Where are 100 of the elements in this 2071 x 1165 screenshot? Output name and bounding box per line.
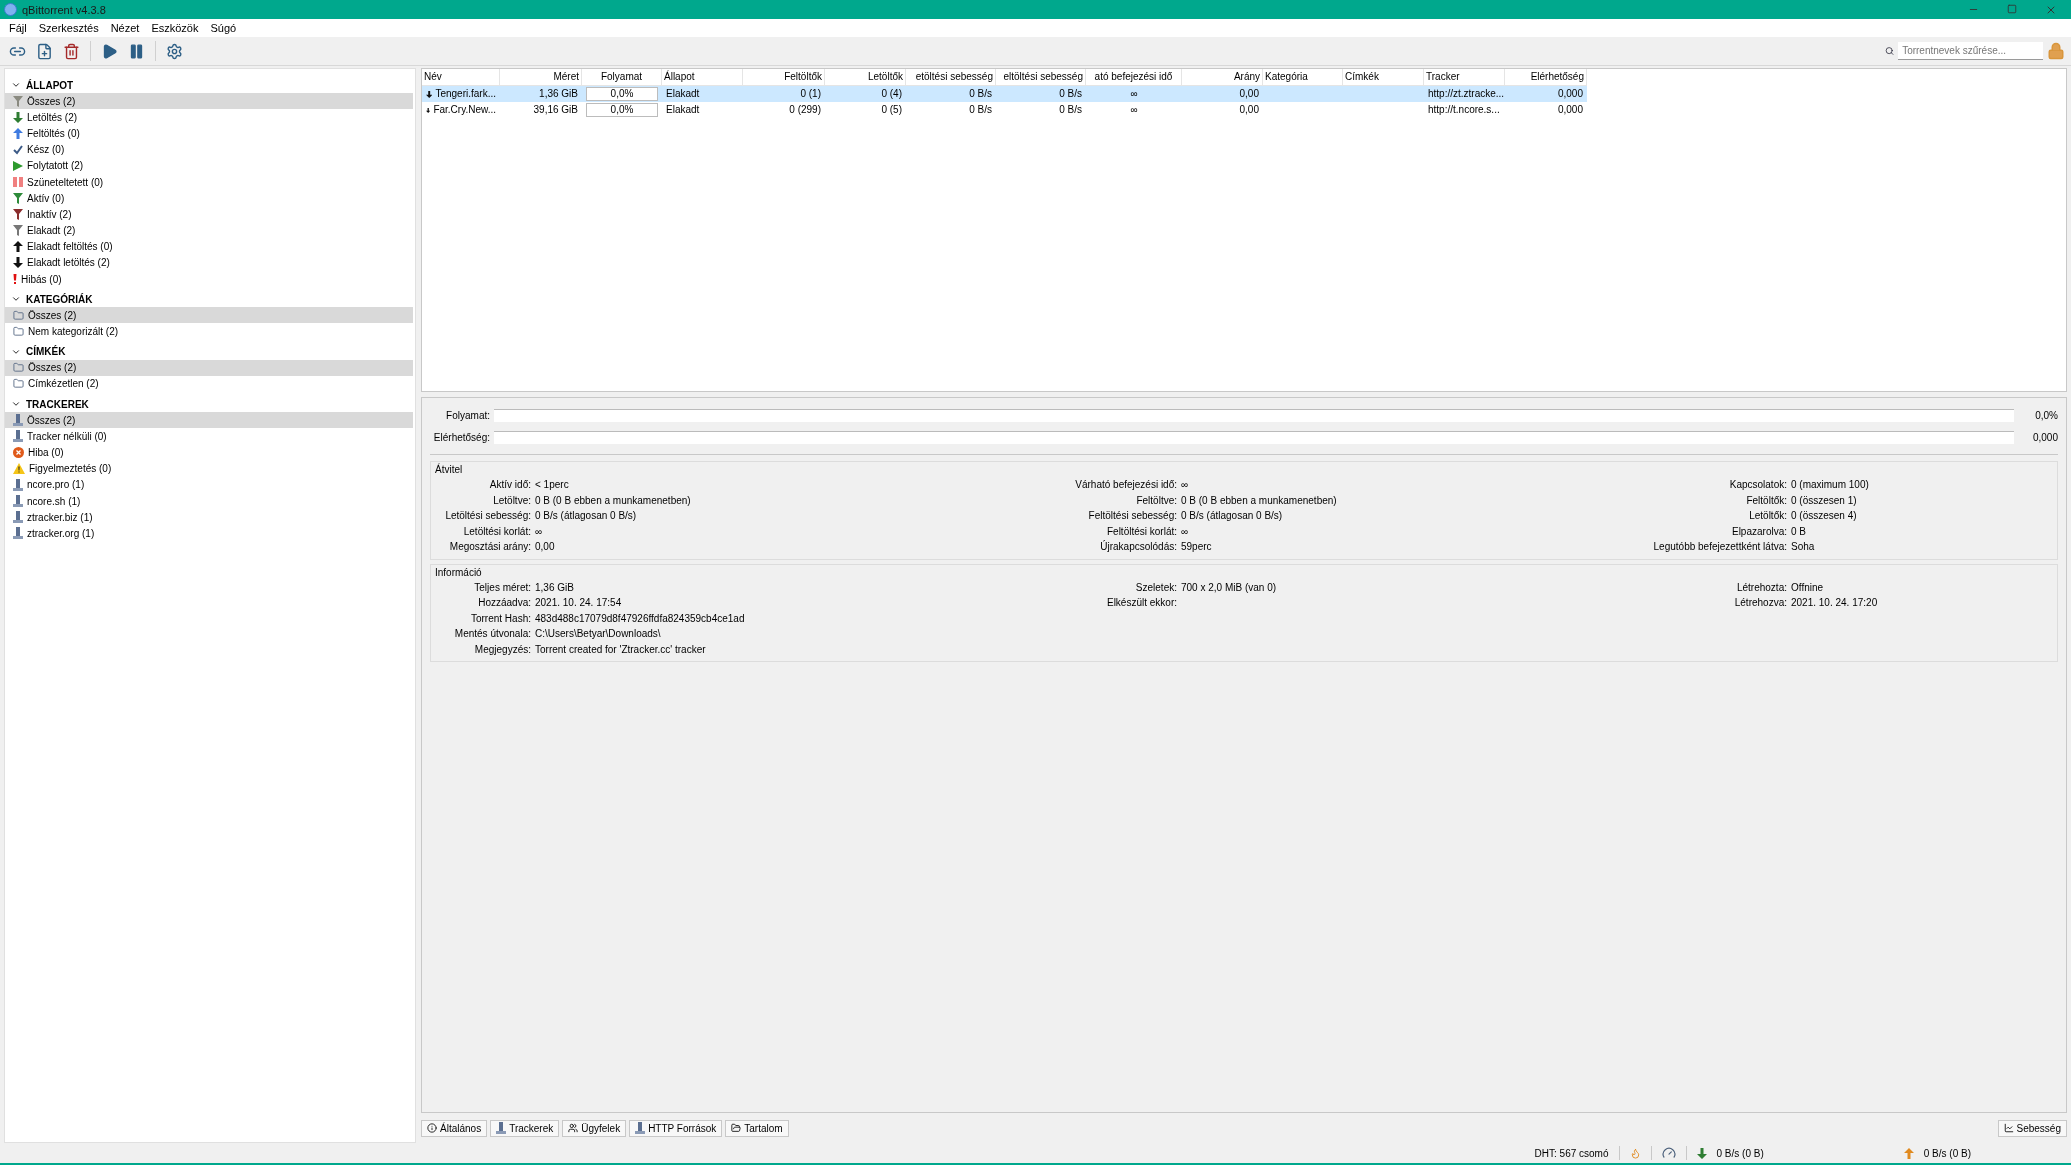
tracker-icon xyxy=(13,430,23,443)
item-label: Tracker nélküli (0) xyxy=(27,430,107,442)
item-label: Elakadt letöltés (2) xyxy=(27,257,110,269)
field-value: 2021. 10. 24. 17:54 xyxy=(535,596,623,610)
section-title: ÁLLAPOT xyxy=(26,79,74,91)
download-arrow-icon xyxy=(13,111,23,123)
restore-icon[interactable] xyxy=(2007,3,2017,14)
app-logo-icon xyxy=(4,3,17,16)
sidebar-item[interactable]: ncore.sh (1) xyxy=(5,492,413,510)
search-field[interactable]: Torrentnevek szűrése... xyxy=(1898,42,2043,60)
menu-item[interactable]: Szerkesztés xyxy=(33,22,104,34)
sidebar-item[interactable]: Elakadt (2) xyxy=(5,222,413,239)
upload-speed[interactable]: 0 B/s (0 B) xyxy=(1923,1147,1971,1159)
tab[interactable]: HTTP Források xyxy=(629,1119,723,1137)
sidebar-item[interactable]: Figyelmeztetés (0) xyxy=(5,460,413,477)
sidebar-item[interactable]: Tracker nélküli (0) xyxy=(5,428,413,445)
table-cell: Elakadt xyxy=(662,86,743,102)
error-icon xyxy=(13,446,24,458)
sidebar-item[interactable]: Szüneteltetett (0) xyxy=(5,173,413,191)
download-speed[interactable]: 0 B/s (0 B) xyxy=(1716,1147,1764,1159)
field-value: 0 (összesen 1) xyxy=(1791,493,1858,508)
field-label: Aktív idő: xyxy=(488,478,532,492)
sidebar-item[interactable]: Aktív (0) xyxy=(5,190,413,207)
field-value: 0 (maximum 100) xyxy=(1791,478,1870,492)
sidebar-item[interactable]: Összes (2) xyxy=(5,359,413,376)
speed-button[interactable]: Sebesség xyxy=(1997,1119,2067,1137)
info-icon xyxy=(427,1123,437,1133)
play-icon xyxy=(101,42,118,60)
sidebar-item[interactable]: Címkézetlen (2) xyxy=(5,375,413,392)
menu-item[interactable]: Nézet xyxy=(105,22,145,34)
sidebar-item[interactable]: Nem kategorizált (2) xyxy=(5,323,413,340)
dht-status: DHT: 567 csomó xyxy=(1534,1147,1609,1159)
sidebar-item[interactable]: ncore.pro (1) xyxy=(5,476,413,493)
sidebar-item[interactable]: Elakadt letöltés (2) xyxy=(5,254,413,272)
field-value: 0 B (0 B ebben a munkamenetben) xyxy=(535,493,692,508)
sidebar-item[interactable]: Feltöltés (0) xyxy=(5,125,413,142)
item-label: Összes (2) xyxy=(27,95,76,107)
folder-icon xyxy=(13,362,24,374)
field-label: Feltöltési sebesség: xyxy=(1087,509,1178,523)
warning-icon xyxy=(13,463,25,475)
progress-bar: 0,0% xyxy=(586,103,658,117)
field-label: Torrent Hash: xyxy=(469,611,532,626)
upload-arrow-icon xyxy=(13,241,23,253)
sidebar-item[interactable]: Összes (2) xyxy=(5,93,413,110)
sidebar-item[interactable]: Összes (2) xyxy=(5,307,413,324)
tracker-icon xyxy=(13,527,23,540)
tracker-icon xyxy=(13,495,23,508)
field-value: Torrent created for 'Ztracker.cc' tracker xyxy=(535,642,707,657)
chevron-icon[interactable] xyxy=(11,399,21,409)
item-label: Letöltés (2) xyxy=(27,111,78,123)
field-value: 0 B/s (átlagosan 0 B/s) xyxy=(535,509,638,523)
field-label: Újrakapcsolódás: xyxy=(1099,539,1178,554)
tracker-icon xyxy=(13,478,23,491)
field-value: 0,00 xyxy=(535,540,556,554)
table-cell: 0,000 xyxy=(1505,86,1587,102)
folder-icon xyxy=(13,309,24,321)
menu-item[interactable]: Fájl xyxy=(4,22,32,34)
progress-bar: 0,0% xyxy=(586,87,658,101)
field-value: Soha xyxy=(1791,540,1816,554)
sidebar-item[interactable]: Kész (0) xyxy=(5,141,413,158)
tab[interactable]: Tartalom xyxy=(725,1119,789,1137)
menu-item[interactable]: Súgó xyxy=(205,22,242,34)
table-cell: 0 B/s xyxy=(996,86,1086,102)
field-label: Létrehozva: xyxy=(1733,596,1788,610)
tab[interactable]: Általános xyxy=(421,1119,488,1137)
table-cell: ∞ xyxy=(1086,86,1182,102)
upload-arrow-icon xyxy=(13,127,23,139)
gauge-icon[interactable] xyxy=(1661,1146,1676,1160)
sidebar-item[interactable]: Folytatott (2) xyxy=(5,157,413,174)
sidebar-item[interactable]: Letöltés (2) xyxy=(5,109,413,126)
filter-icon xyxy=(13,225,23,237)
folder-icon xyxy=(13,326,24,338)
users-icon xyxy=(568,1123,579,1133)
group-title: Információ xyxy=(435,566,483,578)
search-icon xyxy=(1885,46,1895,56)
chevron-icon[interactable] xyxy=(11,80,21,90)
sidebar-item[interactable]: ztracker.org (1) xyxy=(5,525,413,542)
sidebar-item[interactable]: Összes (2) xyxy=(5,412,413,429)
field-label: Letöltési sebesség: xyxy=(444,509,532,523)
sidebar-item[interactable]: Elakadt feltöltés (0) xyxy=(5,238,413,255)
bar-label: Folyamat: xyxy=(445,409,490,421)
field-value: 2021. 10. 24. 17:20 xyxy=(1791,596,1879,610)
section-title: CÍMKÉK xyxy=(26,346,66,358)
file-plus-icon xyxy=(36,42,53,60)
item-label: ztracker.org (1) xyxy=(27,527,95,539)
tab[interactable]: Trackerek xyxy=(490,1119,560,1137)
field-label: Várható befejezési idő: xyxy=(1074,478,1178,492)
item-label: ncore.sh (1) xyxy=(27,495,81,507)
sidebar-item[interactable]: Hibás (0) xyxy=(5,271,413,288)
sidebar-item[interactable]: ztracker.biz (1) xyxy=(5,509,413,526)
field-label: Létrehozta: xyxy=(1735,580,1788,595)
tracker-icon xyxy=(635,1122,646,1134)
download-arrow-icon xyxy=(1696,1147,1707,1159)
sidebar-item[interactable]: Inaktív (2) xyxy=(5,206,413,223)
tab[interactable]: Ügyfelek xyxy=(562,1119,627,1137)
menu-item[interactable]: Eszközök xyxy=(146,22,204,34)
sidebar-item[interactable]: Hiba (0) xyxy=(5,444,413,461)
exclamation-icon xyxy=(13,274,17,285)
checkmark-icon xyxy=(13,144,23,155)
filter-icon xyxy=(13,192,23,204)
